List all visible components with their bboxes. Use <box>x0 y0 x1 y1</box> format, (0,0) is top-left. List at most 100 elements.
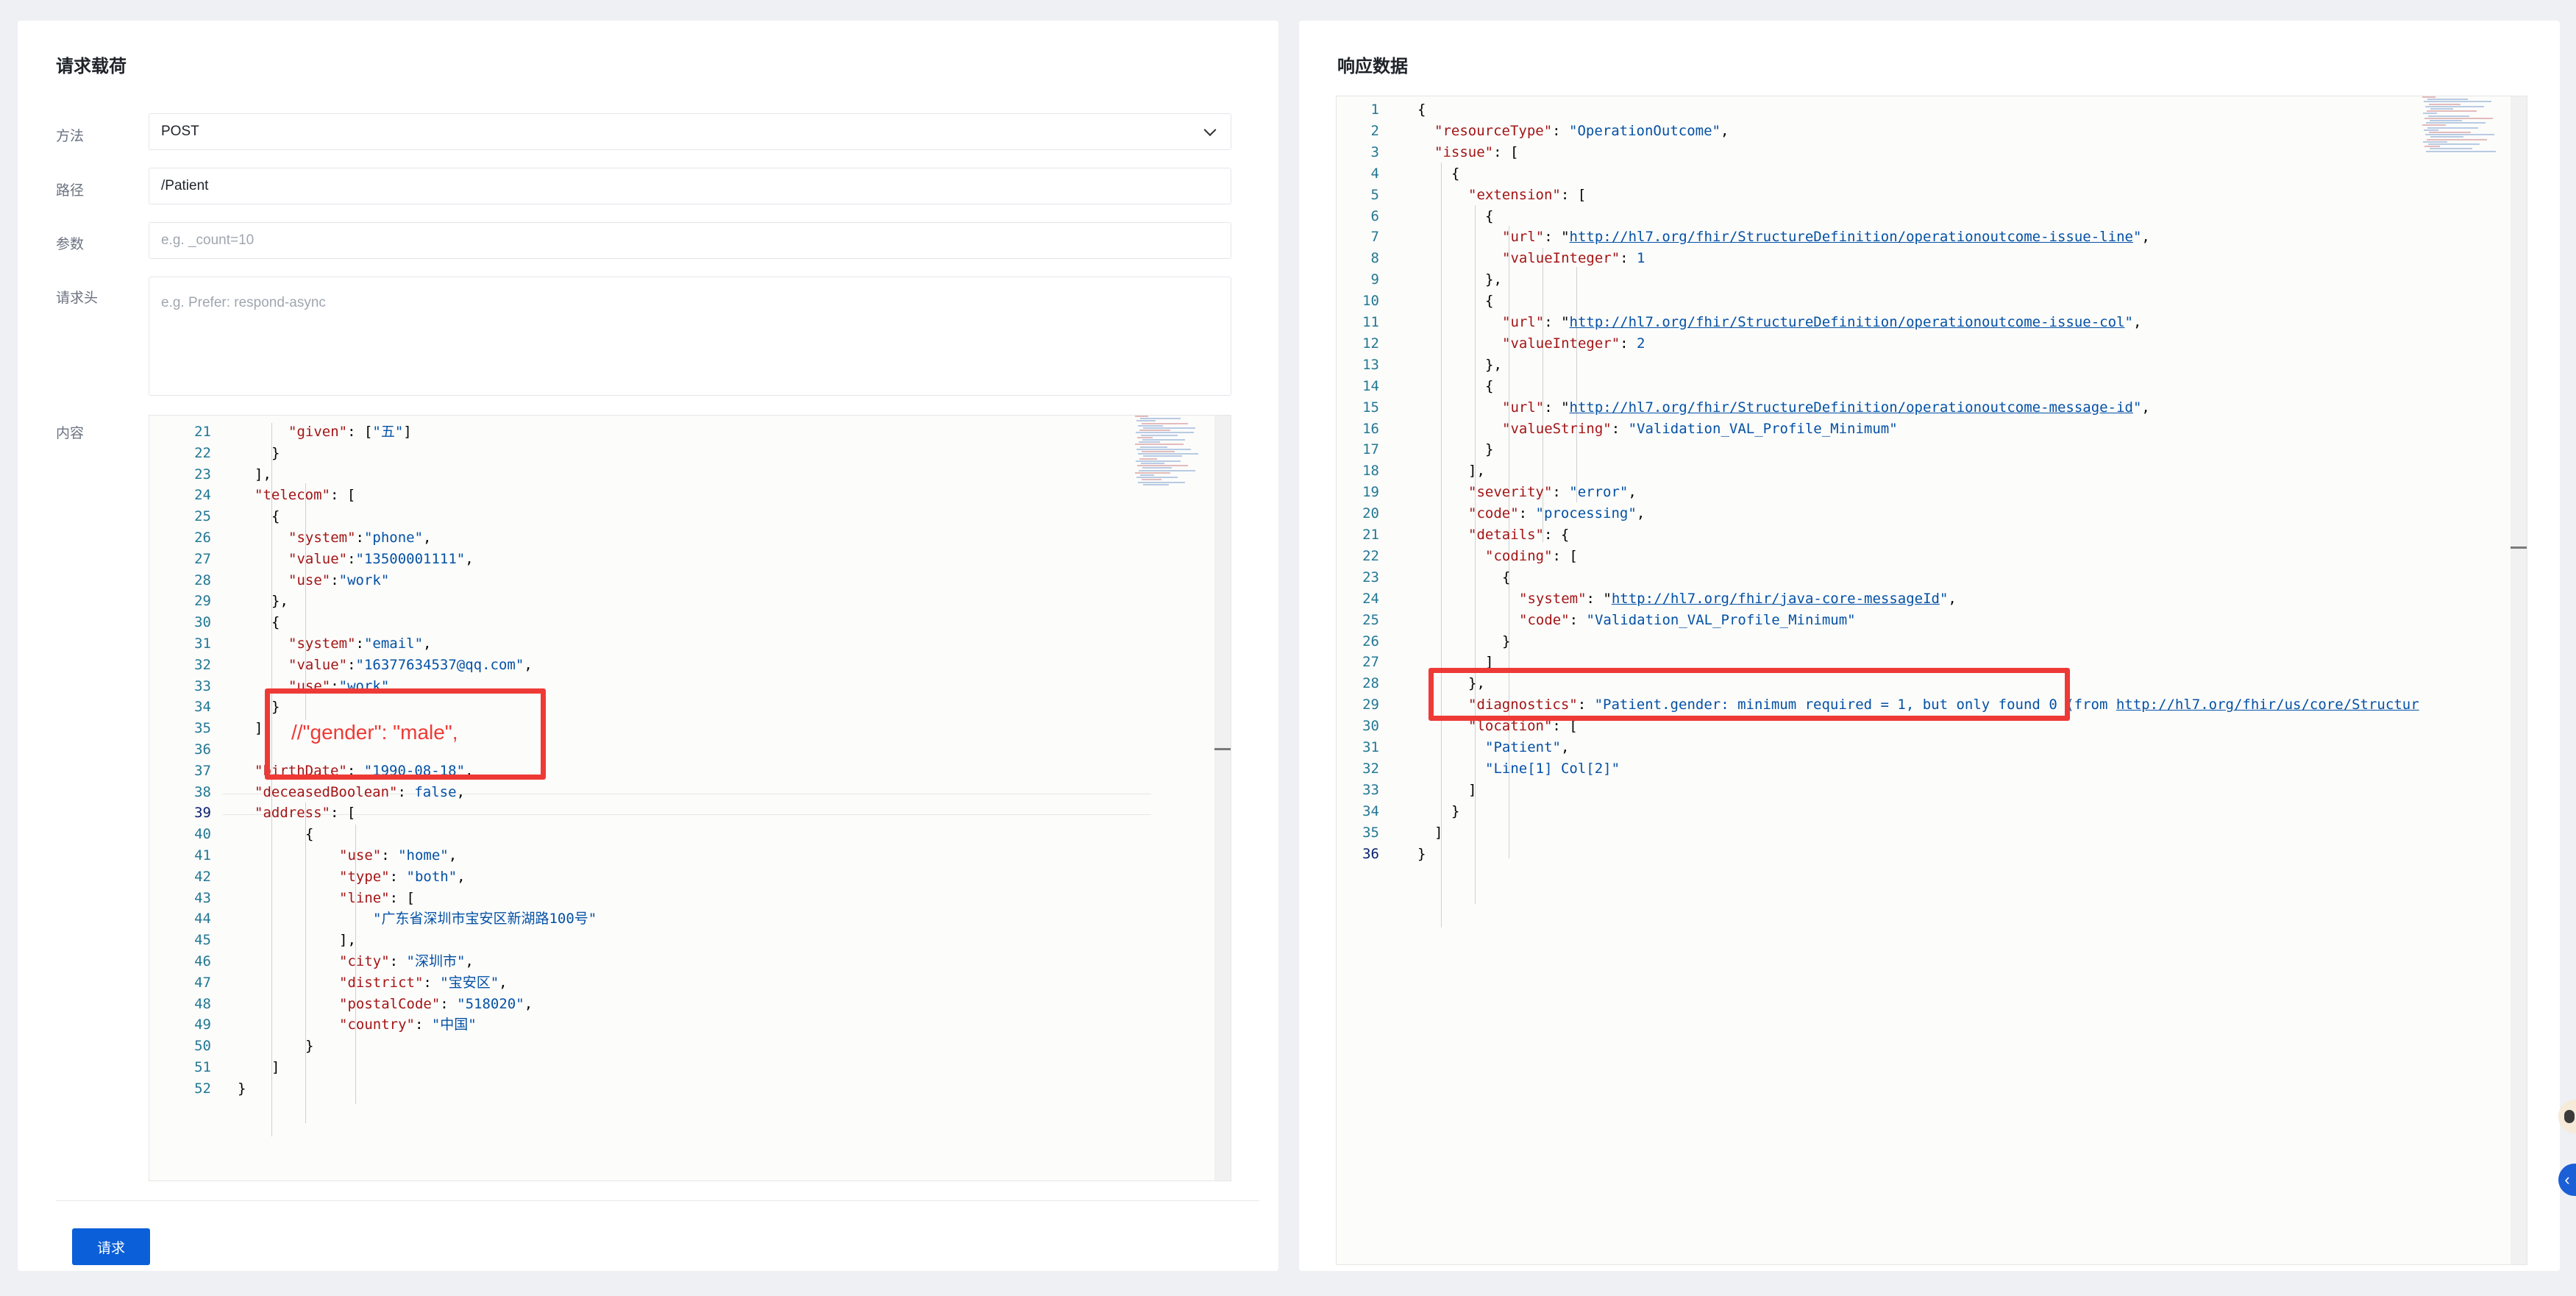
code-token: } <box>238 1080 246 1097</box>
line-number: 23 <box>194 466 211 483</box>
minimap-line <box>1138 481 1185 483</box>
line-number: 21 <box>194 424 211 440</box>
code-token: "13500001111" <box>355 550 466 567</box>
code-line: 24 "system": "http://hl7.org/fhir/java-co… <box>1337 588 1957 610</box>
send-request-button[interactable]: 请求 <box>72 1228 150 1265</box>
headers-textarea[interactable]: e.g. Prefer: respond-async <box>149 277 1231 396</box>
minimap-line <box>1143 455 1182 457</box>
scrollbar-thumb[interactable] <box>1214 748 1231 750</box>
line-number: 8 <box>1370 250 1379 267</box>
minimap-line <box>2424 101 2491 103</box>
code-line: 16 "valueString": "Validation_VAL_Profile… <box>1337 419 1898 440</box>
code-line: 2 "resourceType": "OperationOutcome", <box>1337 121 1729 142</box>
line-number: 18 <box>1362 463 1379 480</box>
code-token: "url" <box>1502 314 1545 330</box>
response-scrollbar[interactable] <box>2511 96 2527 1264</box>
method-select[interactable]: POST <box>149 113 1231 150</box>
code-link[interactable]: http://hl7.org/fhir/java-core-messageId <box>1612 591 1940 607</box>
code-line: 49 "country": "中国" <box>149 1014 477 1036</box>
code-text: "valueInteger": 1 <box>1502 248 1645 269</box>
code-link[interactable]: http://hl7.org/fhir/us/core/Structur <box>2116 697 2419 713</box>
minimap-line <box>1141 463 1164 464</box>
line-number: 10 <box>1362 293 1379 310</box>
code-token: "phone" <box>363 530 424 546</box>
minimap-line <box>2423 140 2447 143</box>
code-token: : " <box>1544 229 1570 246</box>
code-text: "city": "深圳市", <box>339 951 474 972</box>
code-token: : " <box>1544 314 1570 330</box>
code-text: "issue": [ <box>1434 142 1518 163</box>
code-token: "valueInteger" <box>1502 335 1620 352</box>
line-number: 24 <box>1362 590 1379 607</box>
code-line: 46 "city": "深圳市", <box>149 951 474 972</box>
code-token: , <box>1636 505 1645 522</box>
code-token: : [ <box>1560 186 1587 203</box>
code-token: : <box>1552 484 1570 501</box>
params-placeholder: e.g. _count=10 <box>161 232 255 248</box>
minimap-line <box>1138 424 1163 427</box>
code-line: 25 { <box>149 506 280 527</box>
code-token: "value" <box>288 550 348 567</box>
code-text: { <box>305 824 313 845</box>
minimap-line <box>2425 105 2484 107</box>
code-token: , <box>499 974 508 991</box>
request-scrollbar[interactable] <box>1214 416 1231 1181</box>
minimap-line <box>1137 465 1188 467</box>
code-token: : <box>440 995 458 1012</box>
code-link[interactable]: http://hl7.org/fhir/StructureDefinition/… <box>1570 314 2125 330</box>
line-number: 16 <box>1362 420 1379 437</box>
code-token: "district" <box>339 974 424 991</box>
line-number: 47 <box>194 974 211 991</box>
code-text: "code": "Validation_VAL_Profile_Minimum" <box>1519 610 1856 631</box>
code-token: , <box>524 656 533 673</box>
code-token: "postalCode" <box>339 995 441 1012</box>
code-token: : <box>330 572 339 588</box>
code-line: 41 "use": "home", <box>149 845 457 866</box>
code-text: "valueString": "Validation_VAL_Profile_M… <box>1502 419 1898 440</box>
line-number: 50 <box>194 1038 211 1055</box>
line-number: 39 <box>194 805 211 822</box>
code-line: 11 "url": "http://hl7.org/fhir/StructureD… <box>1337 312 2141 333</box>
line-number: 35 <box>194 720 211 737</box>
minimap-line <box>1142 451 1175 452</box>
code-text: "system":"email", <box>288 633 432 655</box>
collapse-sidebar-button[interactable]: ‹ <box>2558 1164 2576 1196</box>
code-text: ], <box>339 930 356 951</box>
minimap-line <box>1138 453 1198 455</box>
code-token: "given" <box>288 424 348 440</box>
code-token: { <box>1485 293 1494 310</box>
minimap-line <box>2424 129 2438 131</box>
code-text: } <box>238 1078 246 1100</box>
code-text: "value":"13500001111", <box>288 549 474 570</box>
path-input[interactable]: /Patient <box>149 168 1231 204</box>
minimap-line <box>1139 469 1195 471</box>
assistant-avatar[interactable] <box>2558 1100 2576 1133</box>
code-token: , <box>1560 739 1570 755</box>
method-label: 方法 <box>56 129 85 144</box>
code-token: "processing" <box>1535 505 1637 522</box>
line-number: 41 <box>194 847 211 864</box>
code-token: , <box>465 550 474 567</box>
params-input[interactable]: e.g. _count=10 <box>149 222 1231 259</box>
minimap-line <box>2426 150 2496 152</box>
code-text: "severity": "error", <box>1468 482 1637 503</box>
code-token: } <box>1485 441 1494 458</box>
line-number: 52 <box>194 1080 211 1097</box>
code-token: "country" <box>339 1016 415 1033</box>
code-token: "system" <box>1519 590 1587 607</box>
code-line: 45], <box>149 930 356 951</box>
code-token: "email" <box>363 635 424 652</box>
scrollbar-thumb[interactable] <box>2511 546 2527 549</box>
request-body-editor[interactable]: 21 "given": ["五"] 22} 23], 24 "telecom": [25{… <box>149 415 1231 1181</box>
code-text: "url": "http://hl7.org/fhir/StructureDef… <box>1502 227 2150 248</box>
code-token: , <box>465 953 474 969</box>
code-link[interactable]: http://hl7.org/fhir/StructureDefinition/… <box>1570 399 2133 416</box>
code-token: } <box>1502 633 1511 649</box>
code-link[interactable]: http://hl7.org/fhir/StructureDefinition/… <box>1570 229 2133 245</box>
method-value: POST <box>161 124 199 139</box>
minimap-line <box>1135 444 1184 446</box>
code-line: 28 "use":"work" <box>149 570 389 591</box>
code-text: "postalCode": "518020", <box>339 994 533 1015</box>
code-line: 27 "value":"13500001111", <box>149 549 474 570</box>
line-number: 48 <box>194 995 211 1012</box>
